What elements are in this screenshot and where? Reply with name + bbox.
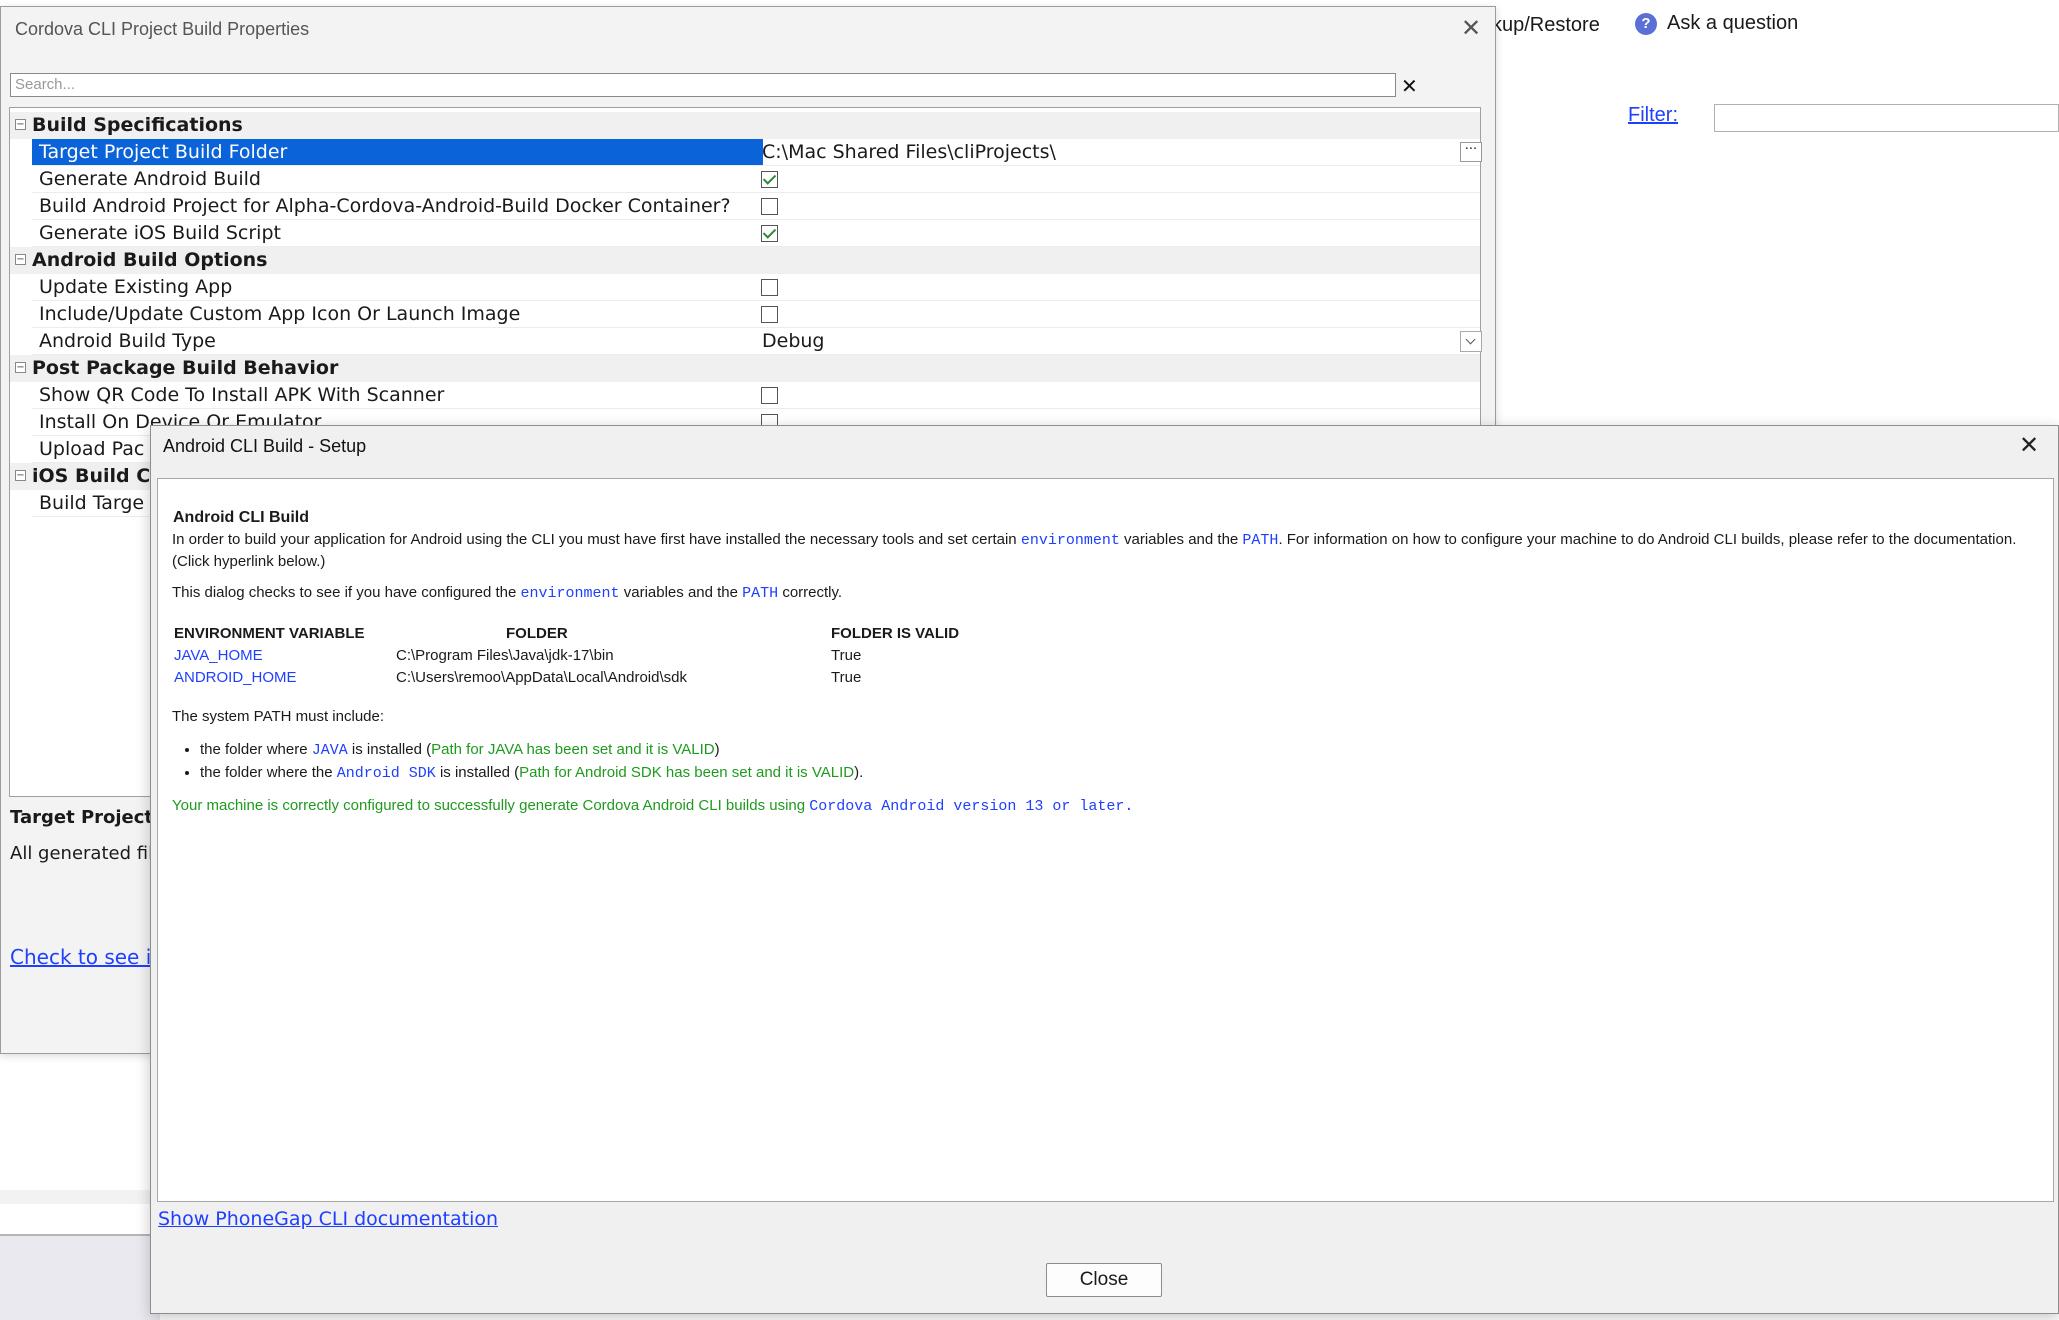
filter-input[interactable] xyxy=(1714,104,2059,132)
property-name: Generate iOS Build Script xyxy=(39,222,281,244)
ask-question-label: Ask a question xyxy=(1667,12,1799,34)
column-header: FOLDER xyxy=(506,624,568,642)
property-row[interactable]: Include/Update Custom App Icon Or Launch… xyxy=(10,301,1480,328)
update-existing-app-checkbox[interactable] xyxy=(761,279,778,296)
env-var-name: JAVA_HOME xyxy=(174,646,263,664)
collapse-icon[interactable]: − xyxy=(15,362,26,373)
help-icon: ? xyxy=(1635,12,1657,35)
property-name: Android Build Type xyxy=(39,330,216,352)
property-row[interactable]: Build Android Project for Alpha-Cordova-… xyxy=(10,193,1480,220)
property-row[interactable]: Generate iOS Build Script xyxy=(10,220,1480,247)
background-taskbar-strip xyxy=(0,1234,160,1320)
chevron-down-icon[interactable] xyxy=(1460,331,1482,352)
close-icon[interactable]: ✕ xyxy=(1461,17,1481,41)
backup-restore-link[interactable]: kup/Restore xyxy=(1492,14,1600,37)
list-item: the folder where JAVA is installed (Path… xyxy=(200,739,863,762)
list-item: the folder where the Android SDK is inst… xyxy=(200,762,863,785)
ask-question-link[interactable]: ? Ask a question xyxy=(1635,12,1798,35)
generate-android-checkbox[interactable] xyxy=(761,171,778,188)
documentation-link[interactable]: Show PhoneGap CLI documentation xyxy=(158,1208,498,1230)
env-var-name: ANDROID_HOME xyxy=(174,668,297,686)
property-name: Update Existing App xyxy=(39,276,233,298)
content-heading: Android CLI Build xyxy=(173,509,309,526)
category-label: iOS Build C xyxy=(32,465,151,487)
dialog-title: Android CLI Build - Setup xyxy=(163,436,367,456)
property-description-text: All generated file xyxy=(10,843,165,864)
window-title: Cordova CLI Project Build Properties xyxy=(15,19,310,39)
docker-build-checkbox[interactable] xyxy=(761,198,778,215)
clear-search-icon[interactable]: ✕ xyxy=(1401,74,1418,99)
environment-table: ENVIRONMENT VARIABLE FOLDER FOLDER IS VA… xyxy=(174,622,985,688)
collapse-icon[interactable]: − xyxy=(15,254,26,265)
collapse-icon[interactable]: − xyxy=(15,470,26,481)
property-name: Include/Update Custom App Icon Or Launch… xyxy=(39,303,521,325)
check-link[interactable]: Check to see i xyxy=(10,945,151,969)
intro-paragraph: In order to build your application for A… xyxy=(172,531,2017,570)
property-value[interactable]: C:\Mac Shared Files\cliProjects\ xyxy=(762,139,1056,166)
column-header: FOLDER IS VALID xyxy=(831,624,960,642)
check-paragraph: This dialog checks to see if you have co… xyxy=(172,584,843,602)
property-row[interactable]: Android Build Type Debug xyxy=(10,328,1482,355)
build-type-select[interactable]: Debug xyxy=(762,328,824,355)
path-requirements-list: the folder where JAVA is installed (Path… xyxy=(186,739,863,785)
property-row[interactable]: Update Existing App xyxy=(10,274,1480,301)
property-name: Show QR Code To Install APK With Scanner xyxy=(39,384,445,406)
category-android-build-options[interactable]: − Android Build Options xyxy=(10,247,1480,274)
env-valid: True xyxy=(831,646,862,664)
env-folder: C:\Program Files\Java\jdk-17\bin xyxy=(396,646,614,664)
property-name[interactable]: Target Project Build Folder xyxy=(32,139,763,166)
property-description-title: Target Project xyxy=(10,807,154,828)
generate-ios-checkbox[interactable] xyxy=(761,225,778,242)
filter-label[interactable]: Filter: xyxy=(1628,104,1678,127)
collapse-icon[interactable]: − xyxy=(15,119,26,130)
custom-icon-checkbox[interactable] xyxy=(761,306,778,323)
path-intro: The system PATH must include: xyxy=(172,708,385,725)
browse-folder-button[interactable]: ··· xyxy=(1460,142,1482,162)
dialog-content: Android CLI Build In order to build your… xyxy=(157,478,2054,1202)
table-header-row: ENVIRONMENT VARIABLE FOLDER FOLDER IS VA… xyxy=(174,622,985,644)
category-post-package-build[interactable]: − Post Package Build Behavior xyxy=(10,355,1480,382)
property-name: Build Android Project for Alpha-Cordova-… xyxy=(39,195,731,217)
android-cli-setup-dialog: Android CLI Build - Setup ✕ Android CLI … xyxy=(150,425,2059,1314)
env-folder: C:\Users\remoo\AppData\Local\Android\sdk xyxy=(396,668,687,686)
property-row[interactable]: Show QR Code To Install APK With Scanner xyxy=(10,382,1480,409)
close-button[interactable]: Close xyxy=(1046,1263,1162,1297)
search-input[interactable]: Search... xyxy=(10,73,1396,97)
category-label: Android Build Options xyxy=(32,249,268,271)
property-row[interactable]: Target Project Build Folder C:\Mac Share… xyxy=(10,139,1482,166)
background-panel-strip xyxy=(0,1190,160,1204)
category-build-specifications[interactable]: − Build Specifications xyxy=(10,112,1480,139)
qr-code-checkbox[interactable] xyxy=(761,387,778,404)
table-row: JAVA_HOME C:\Program Files\Java\jdk-17\b… xyxy=(174,644,985,666)
column-header: ENVIRONMENT VARIABLE xyxy=(174,624,365,642)
success-message: Your machine is correctly configured to … xyxy=(172,797,1134,815)
close-icon[interactable]: ✕ xyxy=(2019,434,2039,458)
category-label: Build Specifications xyxy=(32,114,243,136)
property-name: Generate Android Build xyxy=(39,168,261,190)
category-label: Post Package Build Behavior xyxy=(32,357,339,379)
property-row[interactable]: Generate Android Build xyxy=(10,166,1480,193)
env-valid: True xyxy=(831,668,862,686)
table-row: ANDROID_HOME C:\Users\remoo\AppData\Loca… xyxy=(174,666,985,688)
